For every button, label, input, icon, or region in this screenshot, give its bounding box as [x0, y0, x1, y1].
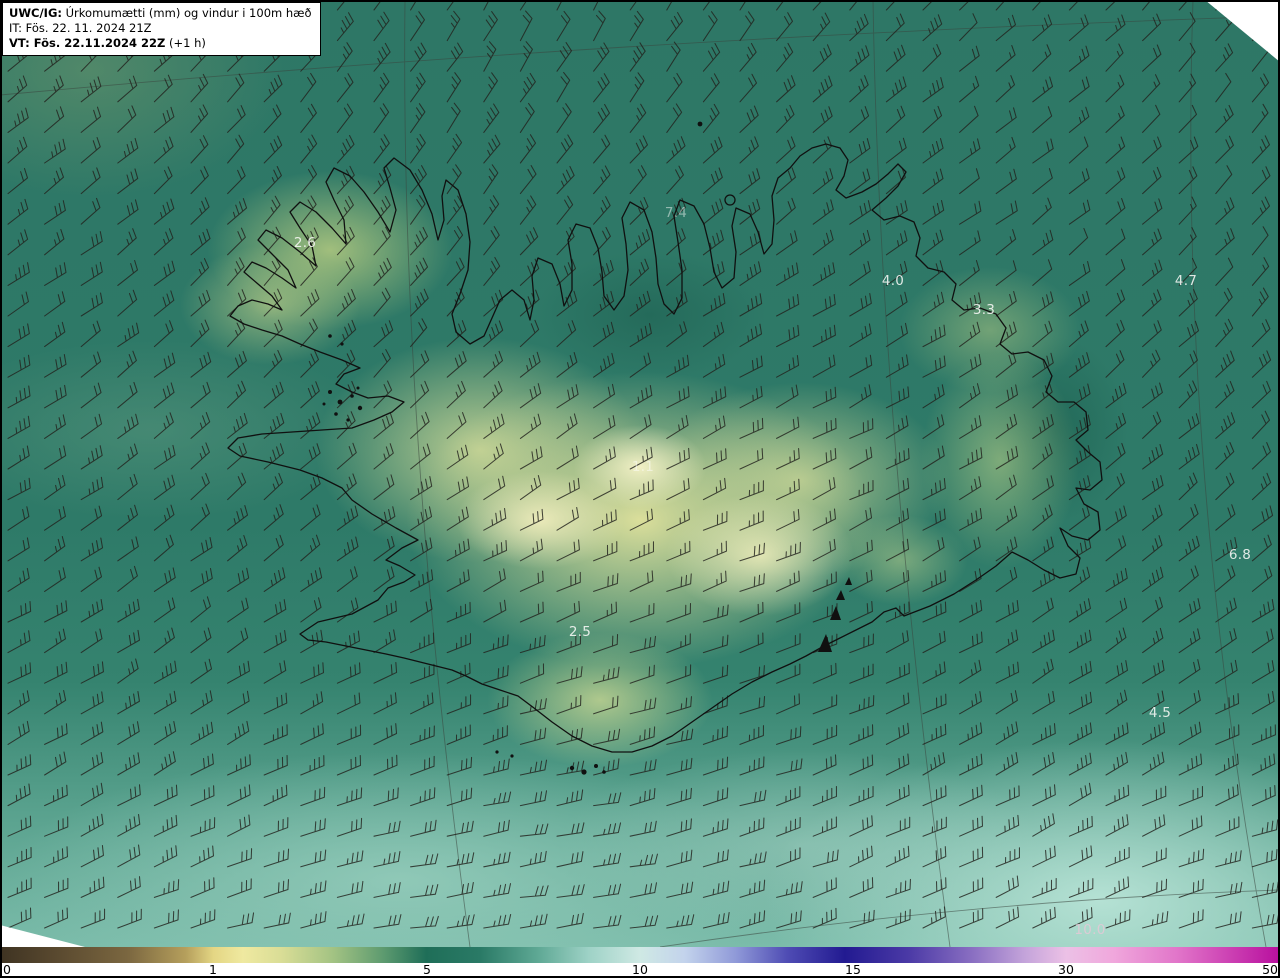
- mainland-coast: [227, 143, 1103, 753]
- precip-value-label: 10.0: [1074, 922, 1106, 938]
- lead-time: (+1 h): [168, 36, 206, 50]
- valid-time-line: VT: Fös. 22.11.2024 22Z (+1 h): [9, 36, 312, 51]
- precip-value-label: 2.6: [293, 235, 317, 251]
- parameter-description: Úrkomumætti (mm) og vindur i 100m hæð: [65, 6, 312, 20]
- precip-value-label: 4.0: [881, 273, 905, 289]
- colorbar-tick-30: 30: [1058, 962, 1074, 977]
- colorbar-tick-1: 1: [209, 962, 217, 977]
- skerries-and-islands: [322, 121, 852, 775]
- precip-value-label: 1.1: [631, 459, 655, 475]
- colorbar-gradient: [0, 947, 1280, 963]
- colorbar-tick-5: 5: [423, 962, 431, 977]
- init-time: IT: Fös. 22. 11. 2024 21Z: [9, 21, 152, 35]
- precip-value-label: 7.4: [664, 205, 688, 221]
- colorbar-tick-0: 0: [3, 962, 11, 977]
- colorbar-tick-10: 10: [632, 962, 648, 977]
- precip-value-label: 3.3: [972, 302, 996, 318]
- title-box: UWC/IG: Úrkomumætti (mm) og vindur i 100…: [2, 2, 321, 56]
- map-canvas: 2.6 7.4 4.0 3.3 4.7 6.8 1.1 2.5 4.5 10.0 UWC/IG: …: [0, 0, 1280, 948]
- title-line-1: UWC/IG: Úrkomumætti (mm) og vindur i 100…: [9, 6, 312, 21]
- precip-value-label: 2.5: [568, 624, 592, 640]
- precip-value-label: 6.8: [1228, 547, 1252, 563]
- colorbar-ticks: 0 1 5 10 15 30 50: [0, 963, 1280, 978]
- precip-value-label: 4.7: [1174, 273, 1198, 289]
- colorbar-tick-50: 50: [1262, 962, 1278, 977]
- precip-value-label: 4.5: [1148, 705, 1172, 721]
- weather-map-screenshot: 2.6 7.4 4.0 3.3 4.7 6.8 1.1 2.5 4.5 10.0 UWC/IG: …: [0, 0, 1280, 978]
- islet-ring: [724, 194, 736, 206]
- valid-time: VT: Fös. 22.11.2024 22Z: [9, 36, 166, 50]
- colorbar-tick-15: 15: [845, 962, 861, 977]
- model-id: UWC/IG:: [9, 6, 62, 20]
